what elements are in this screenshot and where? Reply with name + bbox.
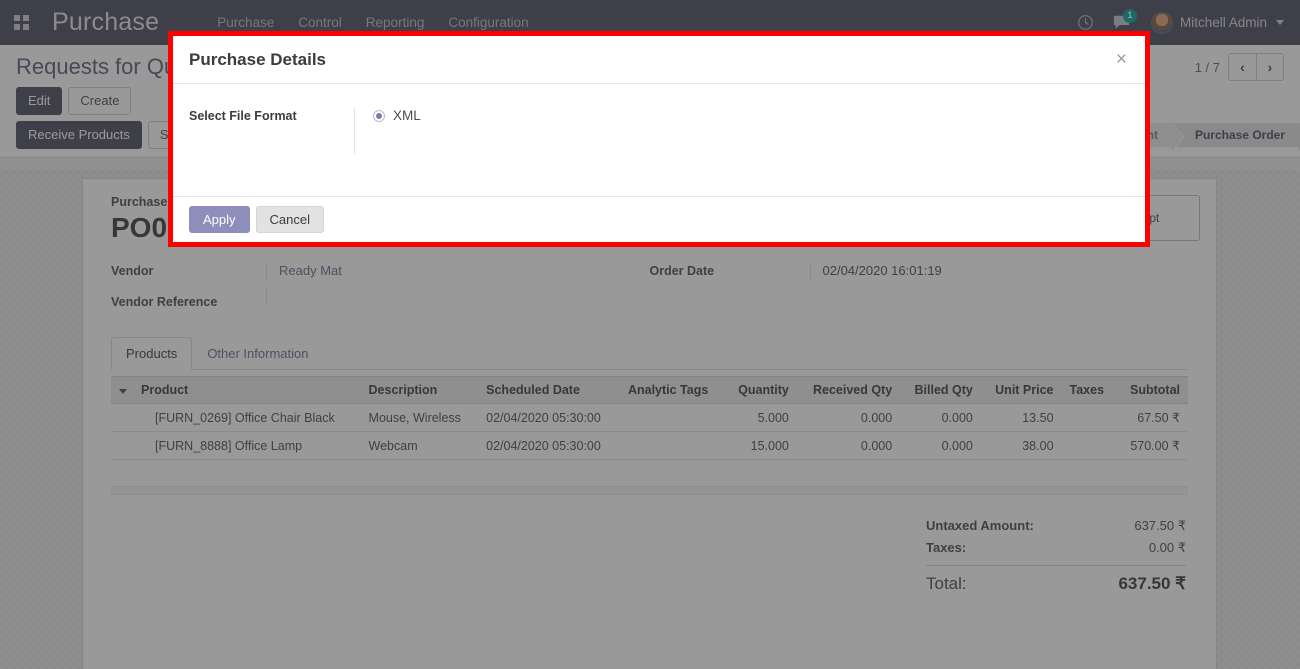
purchase-details-dialog: Purchase Details × Select File Format XM… (168, 31, 1150, 247)
radio-selected-icon[interactable] (373, 109, 385, 122)
select-file-format-field: Select File Format XML (189, 108, 1129, 154)
dialog-header: Purchase Details × (173, 36, 1145, 84)
cancel-button[interactable]: Cancel (255, 206, 324, 233)
radio-option-xml[interactable]: XML (373, 108, 421, 123)
apply-button[interactable]: Apply (189, 206, 250, 233)
radio-option-xml-label: XML (393, 108, 421, 123)
dialog-footer: Apply Cancel (173, 196, 1145, 242)
file-format-options: XML (354, 108, 421, 154)
select-file-format-label: Select File Format (189, 109, 297, 123)
close-icon[interactable]: × (1112, 48, 1131, 71)
dialog-title: Purchase Details (189, 50, 327, 69)
dialog-body: Select File Format XML (173, 84, 1145, 196)
